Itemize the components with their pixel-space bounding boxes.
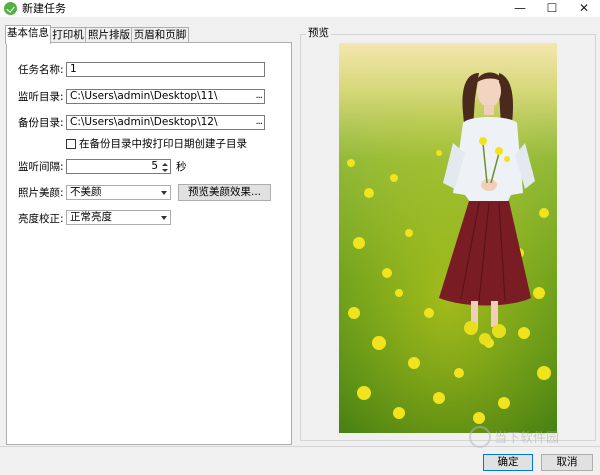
- close-button[interactable]: ✕: [568, 0, 600, 17]
- backup-dir-input[interactable]: C:\Users\admin\Desktop\12\ ...: [66, 115, 265, 130]
- task-name-input[interactable]: 1: [66, 62, 265, 77]
- subfolder-checkbox[interactable]: [66, 139, 76, 149]
- interval-unit: 秒: [176, 161, 187, 173]
- interval-value: 5: [151, 160, 158, 172]
- brightness-select-value: 正常亮度: [70, 211, 112, 223]
- interval-label: 监听间隔:: [18, 161, 64, 173]
- backup-dir-browse-button[interactable]: ...: [255, 116, 262, 128]
- tab-basic-info[interactable]: 基本信息: [5, 25, 51, 44]
- maximize-button[interactable]: ☐: [536, 0, 568, 17]
- chevron-down-icon: [161, 191, 167, 195]
- app-icon: [4, 2, 17, 15]
- monitor-dir-value: C:\Users\admin\Desktop\11\: [70, 90, 218, 102]
- spin-up-icon[interactable]: [162, 163, 168, 166]
- cancel-button[interactable]: 取消: [541, 454, 593, 471]
- subfolder-checkbox-label: 在备份目录中按打印日期创建子目录: [79, 138, 247, 150]
- svg-text:当下软件园: 当下软件园: [494, 431, 559, 446]
- preview-image: [339, 43, 557, 433]
- preview-label: 预览: [306, 27, 331, 39]
- interval-stepper[interactable]: 5: [66, 159, 171, 174]
- ok-button[interactable]: 确定: [483, 454, 533, 471]
- window-title: 新建任务: [22, 2, 66, 15]
- spin-down-icon[interactable]: [162, 169, 168, 172]
- backup-dir-label: 备份目录:: [18, 117, 64, 129]
- backup-dir-value: C:\Users\admin\Desktop\12\: [70, 116, 218, 128]
- minimize-button[interactable]: —: [504, 0, 536, 17]
- monitor-dir-label: 监听目录:: [18, 91, 64, 103]
- task-name-label: 任务名称:: [18, 64, 64, 76]
- brightness-label: 亮度校正:: [18, 213, 64, 225]
- brightness-select[interactable]: 正常亮度: [66, 210, 171, 225]
- beauty-label: 照片美颜:: [18, 187, 64, 199]
- tab-header-footer[interactable]: 页眉和页脚: [131, 27, 189, 43]
- tab-photo-layout[interactable]: 照片排版: [85, 27, 133, 43]
- monitor-dir-browse-button[interactable]: ...: [255, 90, 262, 102]
- tab-printer[interactable]: 打印机: [49, 27, 87, 43]
- chevron-down-icon: [161, 216, 167, 220]
- beauty-select[interactable]: 不美颜: [66, 185, 171, 200]
- preview-beauty-button[interactable]: 预览美颜效果...: [178, 184, 271, 201]
- monitor-dir-input[interactable]: C:\Users\admin\Desktop\11\ ...: [66, 89, 265, 104]
- beauty-select-value: 不美颜: [70, 186, 102, 198]
- watermark-logo: 当下软件园: [468, 425, 588, 449]
